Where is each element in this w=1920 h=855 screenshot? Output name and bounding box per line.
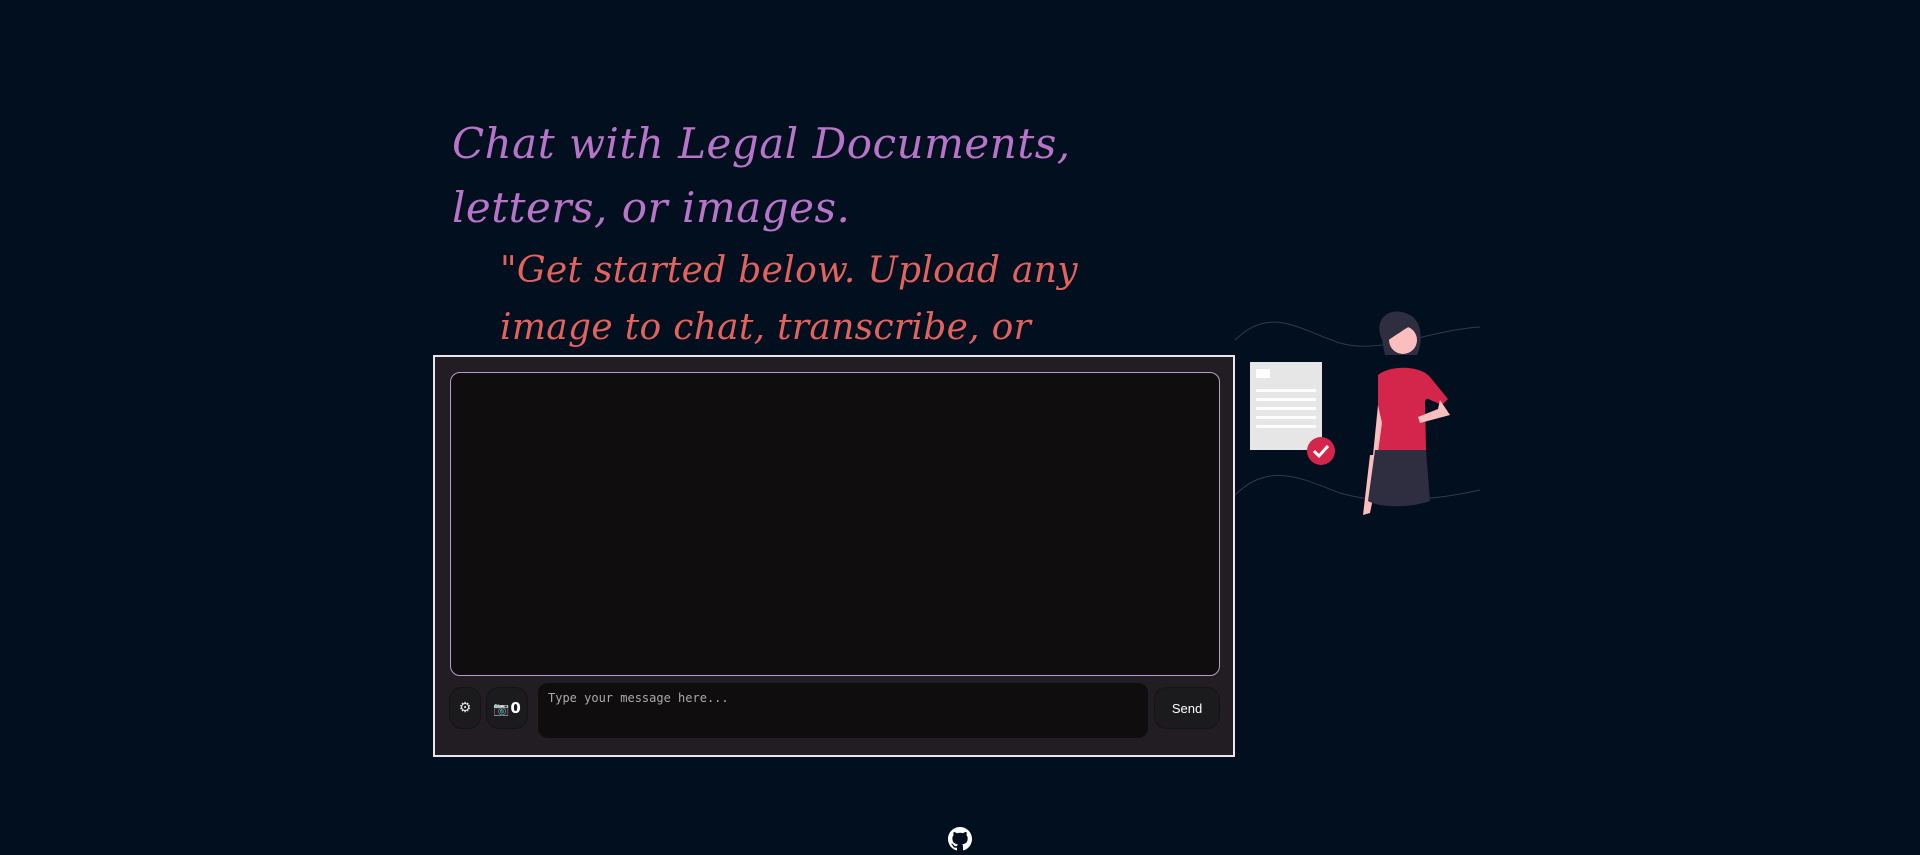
check-icon [1307,437,1335,465]
gear-icon: ⚙ [458,700,472,716]
upload-count: 0 [510,699,521,717]
send-button[interactable]: Send [1155,688,1219,728]
settings-button[interactable]: ⚙ [450,688,480,728]
github-icon [948,827,972,851]
upload-image-button[interactable]: 📷 0 [487,688,527,728]
woman-with-document-illustration [1234,311,1481,515]
hero-title: Chat with Legal Documents, letters, or i… [452,119,1071,232]
github-link[interactable] [948,827,972,851]
camera-icon: 📷 [493,702,510,717]
chat-panel: ⚙ 📷 0 Send [433,355,1235,757]
chat-message-area[interactable] [450,372,1220,676]
message-input[interactable] [538,683,1148,738]
